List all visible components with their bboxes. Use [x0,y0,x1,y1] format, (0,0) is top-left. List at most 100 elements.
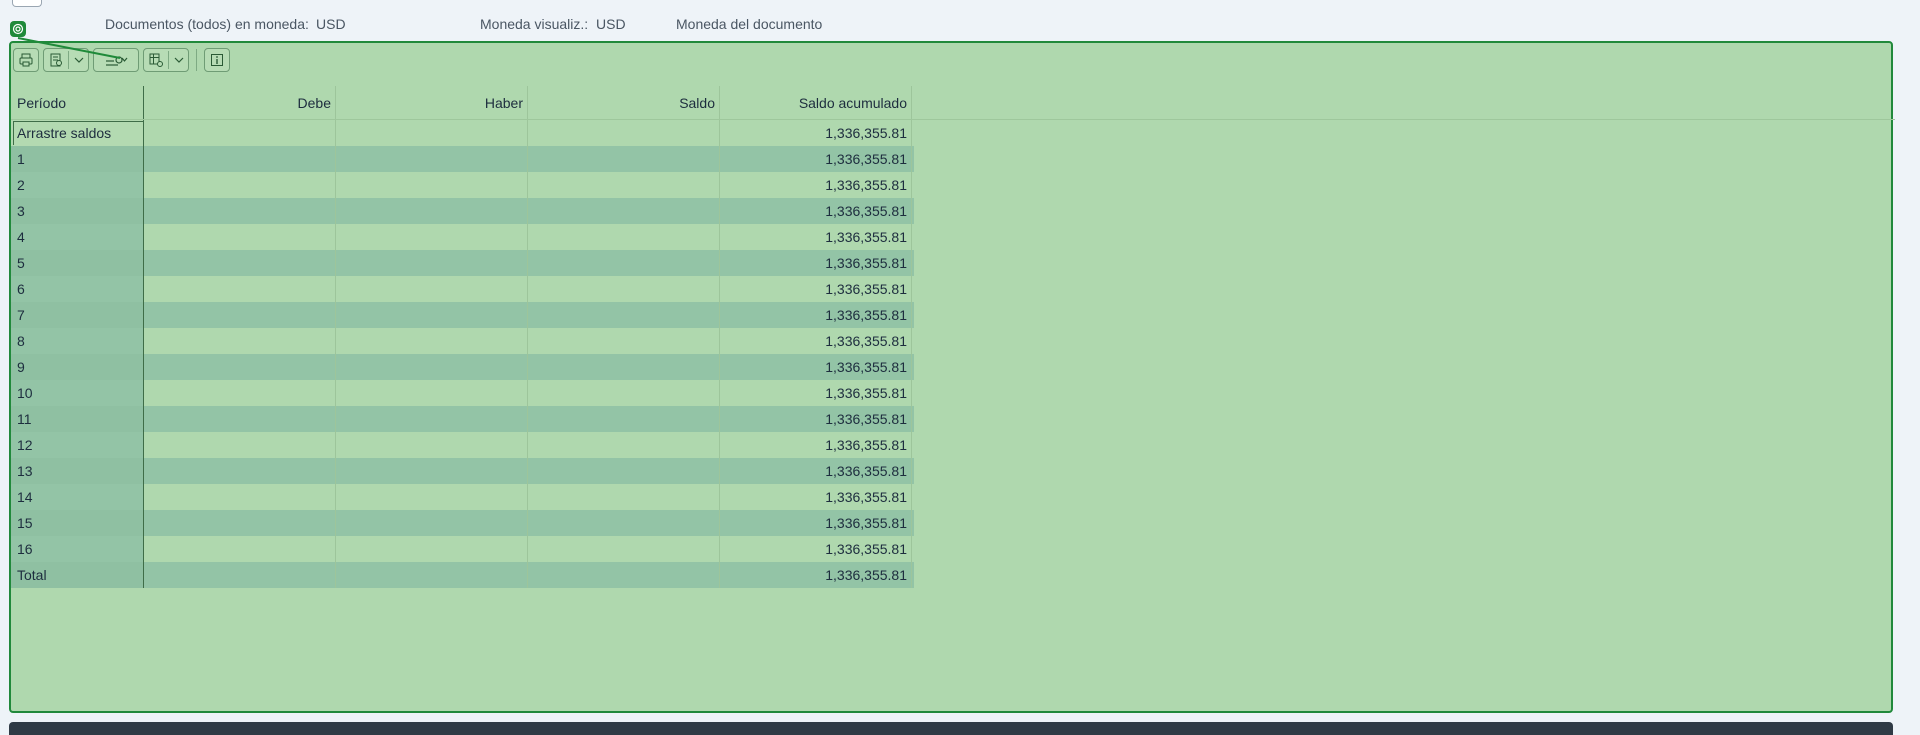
cell-period[interactable]: 9 [11,354,144,380]
cell-debit[interactable] [144,224,336,250]
cell-balance[interactable] [528,328,720,354]
cell-credit[interactable] [336,276,528,302]
cell-period[interactable]: 7 [11,302,144,328]
cell-period[interactable]: 2 [11,172,144,198]
cell-credit[interactable] [336,354,528,380]
cell-credit[interactable] [336,302,528,328]
cell-cumulative[interactable]: 1,336,355.81 [720,380,912,406]
cell-credit[interactable] [336,250,528,276]
cell-period[interactable]: 16 [11,536,144,562]
table-row[interactable]: 5 1,336,355.81 [11,250,914,276]
cell-period[interactable]: 1 [11,146,144,172]
cell-debit[interactable] [144,458,336,484]
cell-credit[interactable] [336,380,528,406]
cell-credit[interactable] [336,146,528,172]
cell-period[interactable]: Arrastre saldos [11,120,144,146]
cell-balance[interactable] [528,536,720,562]
cell-debit[interactable] [144,510,336,536]
layout-menu-button[interactable] [143,48,189,72]
table-row[interactable]: 13 1,336,355.81 [11,458,914,484]
cell-period[interactable]: 6 [11,276,144,302]
cell-period[interactable]: 4 [11,224,144,250]
cell-debit[interactable] [144,484,336,510]
cell-cumulative[interactable]: 1,336,355.81 [720,406,912,432]
cell-balance[interactable] [528,484,720,510]
table-row[interactable]: 16 1,336,355.81 [11,536,914,562]
cell-balance[interactable] [528,510,720,536]
cell-period[interactable]: Total [11,562,144,588]
cell-debit[interactable] [144,536,336,562]
cell-cumulative[interactable]: 1,336,355.81 [720,510,912,536]
cell-cumulative[interactable]: 1,336,355.81 [720,328,912,354]
cell-debit[interactable] [144,198,336,224]
cell-balance[interactable] [528,172,720,198]
cell-balance[interactable] [528,562,720,588]
cell-debit[interactable] [144,328,336,354]
cell-period[interactable]: 15 [11,510,144,536]
table-row[interactable]: 3 1,336,355.81 [11,198,914,224]
table-row[interactable]: 15 1,336,355.81 [11,510,914,536]
cell-cumulative[interactable]: 1,336,355.81 [720,484,912,510]
cell-cumulative[interactable]: 1,336,355.81 [720,250,912,276]
cell-balance[interactable] [528,250,720,276]
cell-period[interactable]: 12 [11,432,144,458]
cell-debit[interactable] [144,302,336,328]
cell-balance[interactable] [528,458,720,484]
cell-cumulative[interactable]: 1,336,355.81 [720,302,912,328]
cell-period[interactable]: 13 [11,458,144,484]
cell-period[interactable]: 10 [11,380,144,406]
column-header-debit[interactable]: Debe [144,86,336,119]
cell-credit[interactable] [336,510,528,536]
table-row[interactable]: 7 1,336,355.81 [11,302,914,328]
cell-credit[interactable] [336,562,528,588]
cell-period[interactable]: 3 [11,198,144,224]
cell-balance[interactable] [528,120,720,146]
column-header-balance[interactable]: Saldo [528,86,720,119]
cell-debit[interactable] [144,432,336,458]
column-header-credit[interactable]: Haber [336,86,528,119]
table-row[interactable]: 9 1,336,355.81 [11,354,914,380]
cell-balance[interactable] [528,432,720,458]
cell-balance[interactable] [528,146,720,172]
cell-period[interactable]: 11 [11,406,144,432]
cell-cumulative[interactable]: 1,336,355.81 [720,432,912,458]
table-row[interactable]: 12 1,336,355.81 [11,432,914,458]
cell-debit[interactable] [144,172,336,198]
cell-cumulative[interactable]: 1,336,355.81 [720,562,912,588]
cell-credit[interactable] [336,328,528,354]
cell-cumulative[interactable]: 1,336,355.81 [720,172,912,198]
cell-debit[interactable] [144,120,336,146]
table-row[interactable]: 1 1,336,355.81 [11,146,914,172]
cell-balance[interactable] [528,380,720,406]
table-row[interactable]: 4 1,336,355.81 [11,224,914,250]
cell-cumulative[interactable]: 1,336,355.81 [720,276,912,302]
cell-credit[interactable] [336,536,528,562]
cell-debit[interactable] [144,406,336,432]
cell-debit[interactable] [144,380,336,406]
cell-cumulative[interactable]: 1,336,355.81 [720,146,912,172]
cell-cumulative[interactable]: 1,336,355.81 [720,224,912,250]
cell-period[interactable]: 5 [11,250,144,276]
cell-debit[interactable] [144,354,336,380]
table-row[interactable]: 11 1,336,355.81 [11,406,914,432]
cell-credit[interactable] [336,458,528,484]
cell-balance[interactable] [528,354,720,380]
column-header-cumulative[interactable]: Saldo acumulado [720,86,912,119]
cell-credit[interactable] [336,198,528,224]
table-row[interactable]: 6 1,336,355.81 [11,276,914,302]
info-button[interactable] [204,48,230,72]
cell-debit[interactable] [144,562,336,588]
cell-debit[interactable] [144,146,336,172]
table-row[interactable]: 2 1,336,355.81 [11,172,914,198]
cell-debit[interactable] [144,276,336,302]
cell-balance[interactable] [528,224,720,250]
cell-cumulative[interactable]: 1,336,355.81 [720,120,912,146]
cell-cumulative[interactable]: 1,336,355.81 [720,354,912,380]
cell-balance[interactable] [528,406,720,432]
focus-marker-icon[interactable] [10,21,26,37]
cell-cumulative[interactable]: 1,336,355.81 [720,536,912,562]
table-row[interactable]: Arrastre saldos 1,336,355.81 [11,120,914,146]
cell-credit[interactable] [336,172,528,198]
table-row[interactable]: 10 1,336,355.81 [11,380,914,406]
cell-cumulative[interactable]: 1,336,355.81 [720,198,912,224]
